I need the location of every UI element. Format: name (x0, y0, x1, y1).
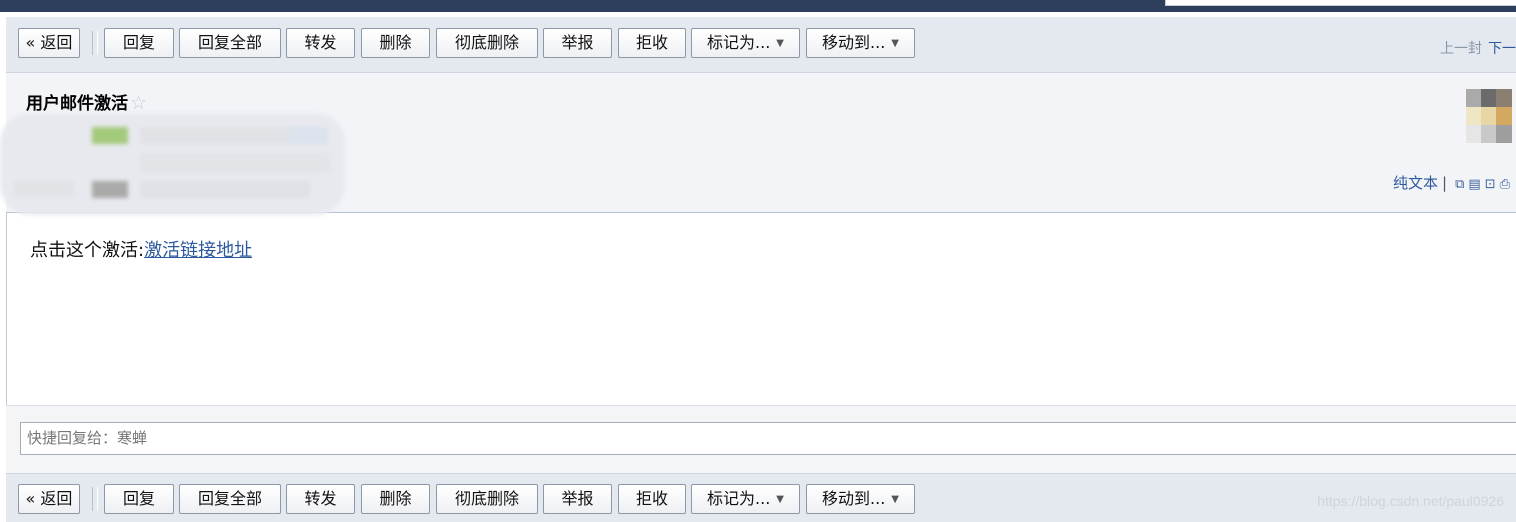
divider: | (1442, 174, 1448, 192)
top-bar (0, 0, 1516, 12)
reject-button[interactable]: 拒收 (618, 28, 686, 58)
prev-mail-link[interactable]: 上一封 (1440, 41, 1482, 57)
delete-forever-button[interactable]: 彻底删除 (436, 28, 538, 58)
reply-all-button[interactable]: 回复全部 (179, 28, 281, 58)
reject-button[interactable]: 拒收 (618, 484, 686, 514)
mark-as-dropdown[interactable]: 标记为... ▼ (691, 484, 800, 514)
watermark-text: https://blog.csdn.net/paul0926 (1317, 493, 1504, 509)
pager: 上一封 下一 (1440, 38, 1516, 58)
print-icon[interactable]: ⎙ (1500, 177, 1510, 192)
toolbar-divider (92, 31, 98, 55)
plain-text-link[interactable]: 纯文本 (1393, 174, 1438, 192)
caret-down-icon: ▼ (776, 38, 784, 49)
caret-down-icon: ▼ (891, 494, 899, 505)
message-header: 用户邮件激活 ☆ 纯文本 | ⧉ ▤ ⊡ ⎙ (0, 73, 1516, 215)
new-window-icon[interactable]: ⧉ (1455, 177, 1464, 192)
toolbar-bottom: « 返回 回复 回复全部 转发 删除 彻底删除 举报 拒收 标记为... ▼ 移动… (6, 473, 1516, 522)
star-icon[interactable]: ☆ (130, 92, 147, 114)
move-to-dropdown[interactable]: 移动到... ▼ (806, 28, 915, 58)
caret-down-icon: ▼ (891, 38, 899, 49)
reply-button[interactable]: 回复 (104, 484, 174, 514)
view-options: 纯文本 | ⧉ ▤ ⊡ ⎙ (1393, 172, 1510, 193)
delete-forever-button[interactable]: 彻底删除 (436, 484, 538, 514)
quick-reply-area: 快捷回复给：寒蝉 (6, 405, 1516, 474)
note-icon[interactable]: ▤ (1468, 177, 1480, 192)
delete-button[interactable]: 删除 (361, 484, 430, 514)
sender-info-redacted (0, 113, 345, 215)
report-button[interactable]: 举报 (543, 28, 612, 58)
back-button[interactable]: « 返回 (18, 28, 80, 58)
subject-text: 用户邮件激活 (26, 94, 128, 114)
mark-as-label: 标记为... (707, 33, 771, 52)
forward-button[interactable]: 转发 (286, 28, 355, 58)
quick-reply-input[interactable]: 快捷回复给：寒蝉 (20, 422, 1516, 455)
toolbar-top: « 返回 回复 回复全部 转发 删除 彻底删除 举报 拒收 标记为... ▼ 移动… (6, 17, 1516, 73)
caret-down-icon: ▼ (776, 494, 784, 505)
forward-button[interactable]: 转发 (286, 484, 355, 514)
sender-avatar (1466, 89, 1512, 145)
next-mail-link[interactable]: 下一 (1488, 41, 1516, 57)
move-to-label: 移动到... (822, 489, 886, 508)
back-button[interactable]: « 返回 (18, 484, 80, 514)
download-icon[interactable]: ⊡ (1485, 177, 1496, 192)
delete-button[interactable]: 删除 (361, 28, 430, 58)
search-field-edge[interactable] (1165, 0, 1516, 6)
message-subject: 用户邮件激活 ☆ (26, 89, 147, 114)
message-body: 点击这个激活:激活链接地址 (30, 236, 252, 262)
reply-button[interactable]: 回复 (104, 28, 174, 58)
activation-link[interactable]: 激活链接地址 (144, 240, 252, 261)
move-to-label: 移动到... (822, 33, 886, 52)
mark-as-label: 标记为... (707, 489, 771, 508)
move-to-dropdown[interactable]: 移动到... ▼ (806, 484, 915, 514)
toolbar-divider (92, 487, 98, 511)
reply-all-button[interactable]: 回复全部 (179, 484, 281, 514)
body-text: 点击这个激活: (30, 240, 145, 261)
report-button[interactable]: 举报 (543, 484, 612, 514)
mark-as-dropdown[interactable]: 标记为... ▼ (691, 28, 800, 58)
